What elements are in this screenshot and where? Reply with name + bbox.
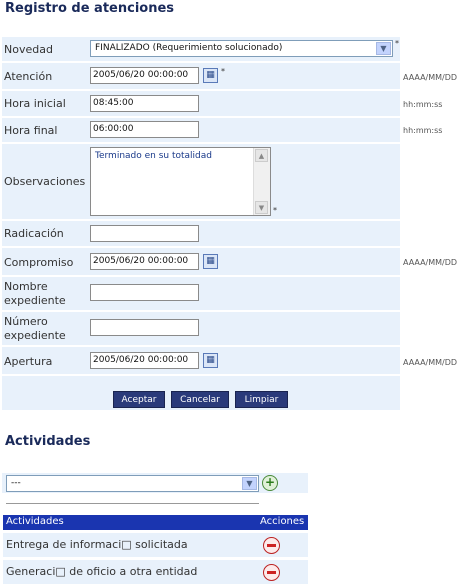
button-bar: Aceptar Cancelar Limpiar bbox=[2, 388, 400, 410]
apertura-format: AAAA/MM/DD bbox=[403, 358, 458, 367]
divider bbox=[6, 503, 259, 504]
aceptar-button[interactable]: Aceptar bbox=[113, 391, 165, 408]
textarea-scrollbar[interactable]: ▲ ▼ bbox=[253, 148, 270, 215]
compromiso-input[interactable]: 2005/06/20 00:00:00 bbox=[90, 253, 199, 270]
apertura-label: Apertura bbox=[4, 355, 53, 368]
cancelar-button[interactable]: Cancelar bbox=[171, 391, 229, 408]
add-activity-icon[interactable]: + bbox=[262, 475, 278, 491]
row-novedad: Novedad FINALIZADO (Requerimiento soluci… bbox=[2, 37, 400, 63]
nombre-expediente-label-2: expediente bbox=[4, 294, 66, 307]
hora-inicial-label: Hora inicial bbox=[4, 97, 66, 110]
actividades-select-value: --- bbox=[11, 478, 21, 488]
observaciones-required: * bbox=[273, 206, 277, 215]
actividades-select-row: --- ▼ + bbox=[2, 473, 308, 493]
scroll-down-icon[interactable]: ▼ bbox=[255, 201, 268, 214]
page-title: Registro de atenciones bbox=[5, 1, 175, 16]
row-observaciones: Observaciones Terminado en su totalidad … bbox=[2, 144, 400, 221]
calendar-icon[interactable]: ▦ bbox=[203, 254, 218, 269]
remove-icon[interactable] bbox=[263, 564, 280, 581]
activity-label: Entrega de informaci□ solicitada bbox=[6, 538, 188, 551]
apertura-input[interactable]: 2005/06/20 00:00:00 bbox=[90, 352, 199, 369]
remove-icon[interactable] bbox=[263, 537, 280, 554]
nombre-expediente-label-1: Nombre bbox=[4, 280, 48, 293]
hora-final-label: Hora final bbox=[4, 124, 58, 137]
observaciones-textarea[interactable]: Terminado en su totalidad ▲ ▼ bbox=[90, 147, 271, 216]
row-atencion: Atención 2005/06/20 00:00:00 ▦ * AAAA/MM… bbox=[2, 63, 457, 91]
compromiso-label: Compromiso bbox=[4, 256, 74, 269]
nombre-expediente-input[interactable] bbox=[90, 284, 199, 301]
row-apertura: Apertura 2005/06/20 00:00:00 ▦ AAAA/MM/D… bbox=[2, 347, 457, 376]
observaciones-label: Observaciones bbox=[4, 175, 86, 188]
atencion-required: * bbox=[221, 67, 225, 76]
activity-label: Generaci□ de oficio a otra entidad bbox=[6, 565, 198, 578]
actividades-select[interactable]: --- ▼ bbox=[6, 475, 259, 492]
row-nombre-expediente: Nombre expediente bbox=[2, 277, 400, 312]
radicacion-label: Radicación bbox=[4, 227, 64, 240]
novedad-label: Novedad bbox=[4, 43, 53, 56]
novedad-required: * bbox=[395, 39, 399, 48]
calendar-icon[interactable]: ▦ bbox=[203, 353, 218, 368]
limpiar-button[interactable]: Limpiar bbox=[235, 391, 288, 408]
hora-final-format: hh:mm:ss bbox=[403, 126, 443, 135]
header-actividades: Actividades bbox=[6, 516, 64, 527]
table-row: Generaci□ de oficio a otra entidad bbox=[3, 560, 308, 584]
actividades-table-header: Actividades Acciones bbox=[3, 515, 308, 530]
atencion-label: Atención bbox=[4, 70, 53, 83]
row-hora-final: Hora final 06:00:00 hh:mm:ss bbox=[2, 118, 442, 144]
actividades-title: Actividades bbox=[5, 434, 91, 449]
row-radicacion: Radicación bbox=[2, 221, 400, 248]
numero-expediente-input[interactable] bbox=[90, 319, 199, 336]
atencion-input[interactable]: 2005/06/20 00:00:00 bbox=[90, 67, 199, 84]
header-acciones: Acciones bbox=[260, 516, 305, 527]
radicacion-input[interactable] bbox=[90, 225, 199, 242]
scroll-up-icon[interactable]: ▲ bbox=[255, 149, 268, 162]
observaciones-value: Terminado en su totalidad bbox=[95, 151, 212, 161]
novedad-select[interactable]: FINALIZADO (Requerimiento solucionado) ▼ bbox=[90, 40, 393, 57]
numero-expediente-label-2: expediente bbox=[4, 329, 66, 342]
registro-form: Novedad FINALIZADO (Requerimiento soluci… bbox=[2, 37, 457, 394]
row-compromiso: Compromiso 2005/06/20 00:00:00 ▦ AAAA/MM… bbox=[2, 248, 457, 277]
novedad-value: FINALIZADO (Requerimiento solucionado) bbox=[95, 43, 283, 53]
hora-inicial-format: hh:mm:ss bbox=[403, 100, 443, 109]
chevron-down-icon[interactable]: ▼ bbox=[376, 42, 391, 55]
row-hora-inicial: Hora inicial 08:45:00 hh:mm:ss bbox=[2, 91, 442, 118]
table-row: Entrega de informaci□ solicitada bbox=[3, 533, 308, 557]
atencion-format: AAAA/MM/DD bbox=[403, 73, 458, 82]
hora-final-input[interactable]: 06:00:00 bbox=[90, 121, 199, 138]
compromiso-format: AAAA/MM/DD bbox=[403, 258, 458, 267]
chevron-down-icon[interactable]: ▼ bbox=[242, 477, 257, 490]
row-numero-expediente: Número expediente bbox=[2, 312, 400, 347]
calendar-icon[interactable]: ▦ bbox=[203, 68, 218, 83]
numero-expediente-label-1: Número bbox=[4, 315, 48, 328]
hora-inicial-input[interactable]: 08:45:00 bbox=[90, 95, 199, 112]
